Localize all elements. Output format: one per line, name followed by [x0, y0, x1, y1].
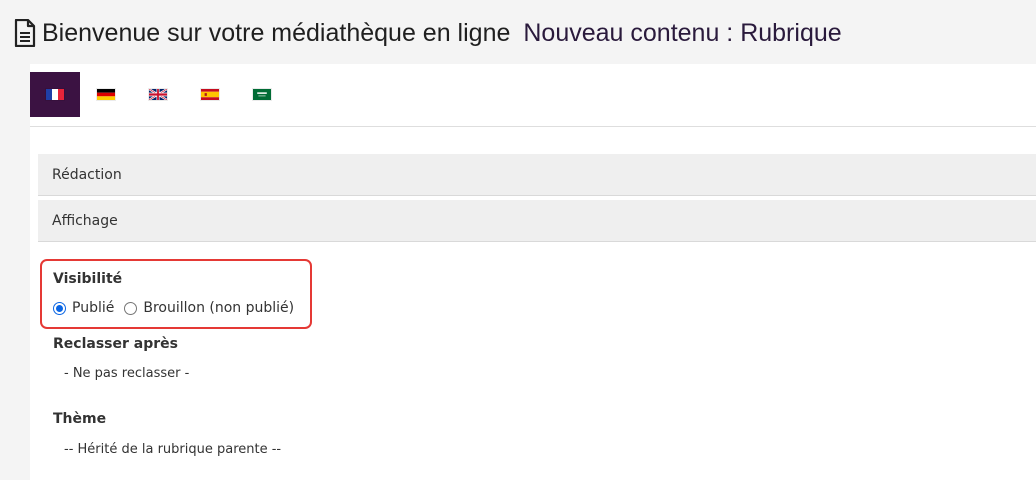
- radio-brouillon-label[interactable]: Brouillon (non publié): [143, 300, 294, 316]
- tab-lang-en[interactable]: [132, 72, 184, 117]
- language-tabs: [30, 72, 288, 117]
- section-affichage-label: Affichage: [52, 212, 118, 229]
- visibility-highlight-box: [40, 259, 312, 329]
- content-panel: Rédaction Affichage Visibilité Publié Br…: [30, 64, 1036, 480]
- tab-lang-ar[interactable]: [236, 72, 288, 117]
- radio-brouillon[interactable]: [124, 301, 138, 315]
- flag-germany-icon: [96, 88, 116, 101]
- page-title-main: Bienvenue sur votre médiathèque en ligne: [42, 18, 511, 47]
- flag-france-icon: [45, 88, 65, 101]
- flag-saudi-icon: [252, 88, 272, 101]
- tabs-divider: [30, 126, 1036, 127]
- tab-lang-es[interactable]: [184, 72, 236, 117]
- radio-publie[interactable]: [53, 301, 66, 315]
- reclasser-label: Reclasser après: [53, 336, 178, 352]
- flag-uk-icon: [148, 88, 168, 101]
- reclasser-select[interactable]: - Ne pas reclasser -: [64, 366, 189, 381]
- section-affichage-header[interactable]: Affichage: [38, 200, 1036, 242]
- radio-publie-label[interactable]: Publié: [72, 300, 114, 316]
- page-title-context: Nouveau contenu : Rubrique: [523, 18, 842, 47]
- section-redaction-header[interactable]: Rédaction: [38, 154, 1036, 196]
- theme-label: Thème: [53, 411, 107, 427]
- tab-lang-de[interactable]: [80, 72, 132, 117]
- section-redaction-label: Rédaction: [52, 166, 122, 183]
- theme-select[interactable]: -- Hérité de la rubrique parente --: [64, 442, 281, 457]
- visibility-label: Visibilité: [53, 271, 123, 287]
- page-title: Bienvenue sur votre médiathèque en ligne…: [14, 17, 842, 49]
- flag-spain-icon: [200, 88, 220, 101]
- document-icon: [14, 18, 36, 48]
- visibility-radio-group: Publié Brouillon (non publié): [53, 298, 304, 318]
- tab-lang-fr[interactable]: [30, 72, 80, 117]
